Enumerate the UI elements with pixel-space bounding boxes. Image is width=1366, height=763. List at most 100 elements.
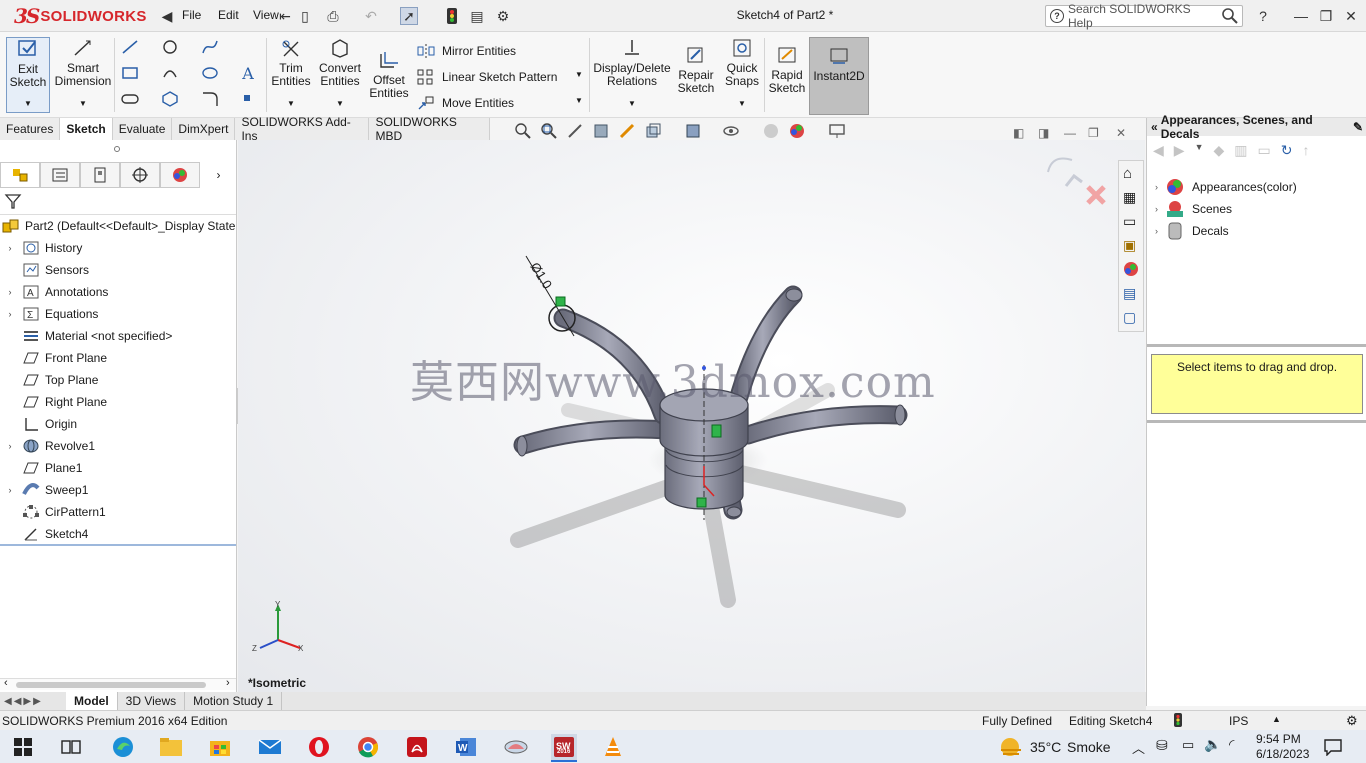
tree-item-sweep1[interactable]: › Sweep1 (0, 479, 89, 501)
tab-3d-views[interactable]: 3D Views (118, 692, 186, 710)
splitter-bottom[interactable] (1147, 420, 1366, 423)
appearances-item[interactable]: › Appearances(color) (1155, 176, 1297, 198)
refresh-icon[interactable]: ↻ (1281, 142, 1293, 159)
microsoft-store-icon[interactable] (207, 734, 233, 760)
scroll-right-icon[interactable]: › (226, 677, 230, 689)
text-icon[interactable]: A (238, 64, 258, 83)
expand-arrow-icon[interactable]: › (4, 243, 16, 253)
sketch-fillet-icon[interactable] (200, 90, 220, 108)
instant2d-button[interactable]: Instant2D (809, 37, 869, 115)
smart-dimension-button[interactable]: Smart Dimension (55, 37, 111, 88)
app-shell-icon[interactable] (503, 734, 529, 760)
help-icon[interactable]: ? (1254, 7, 1272, 25)
chevron-right-icon[interactable]: › (200, 162, 237, 188)
offset-entities-button[interactable]: Offset Entities (368, 49, 410, 100)
viewport-tile-right-icon[interactable]: ◨ (1038, 126, 1049, 140)
viewport-restore-icon[interactable]: ❐ (1088, 126, 1099, 140)
view-orientation-icon[interactable] (644, 122, 662, 143)
filter-icon[interactable] (4, 192, 22, 213)
weather-icon[interactable] (998, 736, 1024, 761)
linear-sketch-pattern-button[interactable]: Linear Sketch Pattern (416, 68, 557, 86)
acrobat-reader-icon[interactable] (404, 734, 430, 760)
units-label[interactable]: IPS (1229, 714, 1248, 728)
circle-icon[interactable] (160, 38, 180, 56)
file-explorer-icon[interactable] (158, 734, 184, 760)
rectangle-icon[interactable] (120, 64, 140, 82)
pin-icon[interactable]: ✎ (1353, 120, 1363, 134)
word-icon[interactable]: W (453, 734, 479, 760)
display-style-icon[interactable] (684, 122, 702, 143)
select-pointer-icon[interactable]: ➚ (400, 7, 418, 25)
tab-mbd[interactable]: SOLIDWORKS MBD (369, 115, 490, 143)
tree-item-sensors[interactable]: Sensors (0, 259, 89, 281)
mail-icon[interactable] (257, 734, 283, 760)
minimize-icon[interactable]: — (1292, 7, 1310, 25)
point-icon[interactable] (238, 90, 258, 108)
section-view-icon[interactable] (592, 122, 610, 143)
dimxpert-tab-icon[interactable] (120, 162, 160, 188)
relations-dropdown-icon[interactable]: ▼ (628, 99, 636, 108)
battery-icon[interactable]: ▭ (1182, 737, 1194, 753)
display-manager-tab-icon[interactable] (160, 162, 200, 188)
apply-scene-icon[interactable] (788, 122, 806, 143)
viewport-close-icon[interactable]: ✕ (1116, 126, 1126, 140)
collapse-double-chevron-icon[interactable]: « (1151, 120, 1158, 134)
network-drive-icon[interactable]: ⛁ (1156, 737, 1168, 754)
decals-item[interactable]: › Decals (1155, 220, 1229, 242)
move-entities-button[interactable]: Move Entities (416, 94, 514, 112)
scenes-item[interactable]: › Scenes (1155, 198, 1232, 220)
tab-evaluate[interactable]: Evaluate (112, 118, 173, 140)
model-canvas[interactable]: Ø1.0 (238, 140, 1145, 692)
move-dropdown-arrow-icon[interactable]: ▼ (575, 96, 583, 105)
menu-edit[interactable]: Edit (218, 8, 239, 22)
tab-scroll-arrows-icon[interactable]: ◀◀▶▶ (0, 696, 66, 707)
library-icon[interactable]: ▥ (1234, 142, 1247, 159)
search-icon[interactable] (1222, 8, 1238, 24)
home-tab-icon[interactable]: ⌂ (1123, 165, 1132, 182)
tab-sketch[interactable]: Sketch (60, 118, 113, 140)
feature-tree-tab-icon[interactable] (0, 162, 40, 188)
restore-icon[interactable]: ❐ (1317, 7, 1335, 25)
pin-menu-icon[interactable]: ⇤ (276, 7, 294, 25)
expand-arrow-icon[interactable]: › (4, 287, 16, 297)
opera-browser-icon[interactable] (306, 734, 332, 760)
tab-model[interactable]: Model (66, 692, 118, 710)
viewport-tile-left-icon[interactable]: ◧ (1013, 126, 1024, 140)
dynamic-annotation-icon[interactable] (618, 122, 636, 143)
expand-arrow-icon[interactable]: › (1155, 182, 1158, 192)
history-dropdown-icon[interactable]: ▼ (1195, 142, 1204, 159)
tree-item-plane1[interactable]: Plane1 (0, 457, 82, 479)
previous-view-icon[interactable] (566, 122, 584, 143)
spline-icon[interactable] (200, 38, 220, 56)
tree-item-revolve1[interactable]: › Revolve1 (0, 435, 96, 457)
tree-item-cirpattern1[interactable]: CirPattern1 (0, 501, 106, 523)
tree-item-right-plane[interactable]: Right Plane (0, 391, 107, 413)
convert-entities-button[interactable]: Convert Entities (317, 37, 363, 88)
chrome-browser-icon[interactable] (355, 734, 381, 760)
polygon-icon[interactable] (160, 90, 180, 108)
display-delete-relations-button[interactable]: Display/Delete Relations (593, 37, 671, 88)
expand-arrow-icon[interactable]: › (1155, 204, 1158, 214)
search-box[interactable]: ? Search SOLIDWORKS Help (1045, 2, 1243, 30)
snaps-dropdown-icon[interactable]: ▼ (738, 99, 746, 108)
appearances-tab-icon[interactable] (1123, 261, 1139, 280)
diameter-dimension[interactable]: Ø1.0 (527, 260, 555, 292)
splitter-top[interactable] (1147, 344, 1366, 347)
pattern-dropdown-arrow-icon[interactable]: ▼ (575, 70, 583, 79)
design-library-tab-icon[interactable]: ▦ (1123, 189, 1136, 206)
expand-arrow-icon[interactable]: › (1155, 226, 1158, 236)
view-settings-icon[interactable] (828, 122, 846, 143)
ellipse-icon[interactable] (200, 64, 220, 82)
tree-item-material-not-specified[interactable]: Material <not specified> (0, 325, 172, 347)
straight-slot-icon[interactable] (120, 90, 140, 108)
new-document-icon[interactable]: ▯ (296, 7, 314, 25)
up-folder-icon[interactable]: ↑ (1302, 142, 1309, 159)
rebuild-traffic-light-icon[interactable] (443, 7, 461, 25)
expand-arrow-icon[interactable]: › (4, 485, 16, 495)
menu-expand-arrow-icon[interactable]: ◀ (158, 7, 176, 25)
solidworks-logo[interactable]: 3S SOLIDWORKS (0, 0, 156, 32)
tree-item-equations[interactable]: › Σ Equations (0, 303, 99, 325)
cancel-sketch-icon[interactable] (1085, 184, 1107, 206)
task-view-icon[interactable] (58, 734, 84, 760)
file-properties-icon[interactable]: ▤ (468, 7, 486, 25)
